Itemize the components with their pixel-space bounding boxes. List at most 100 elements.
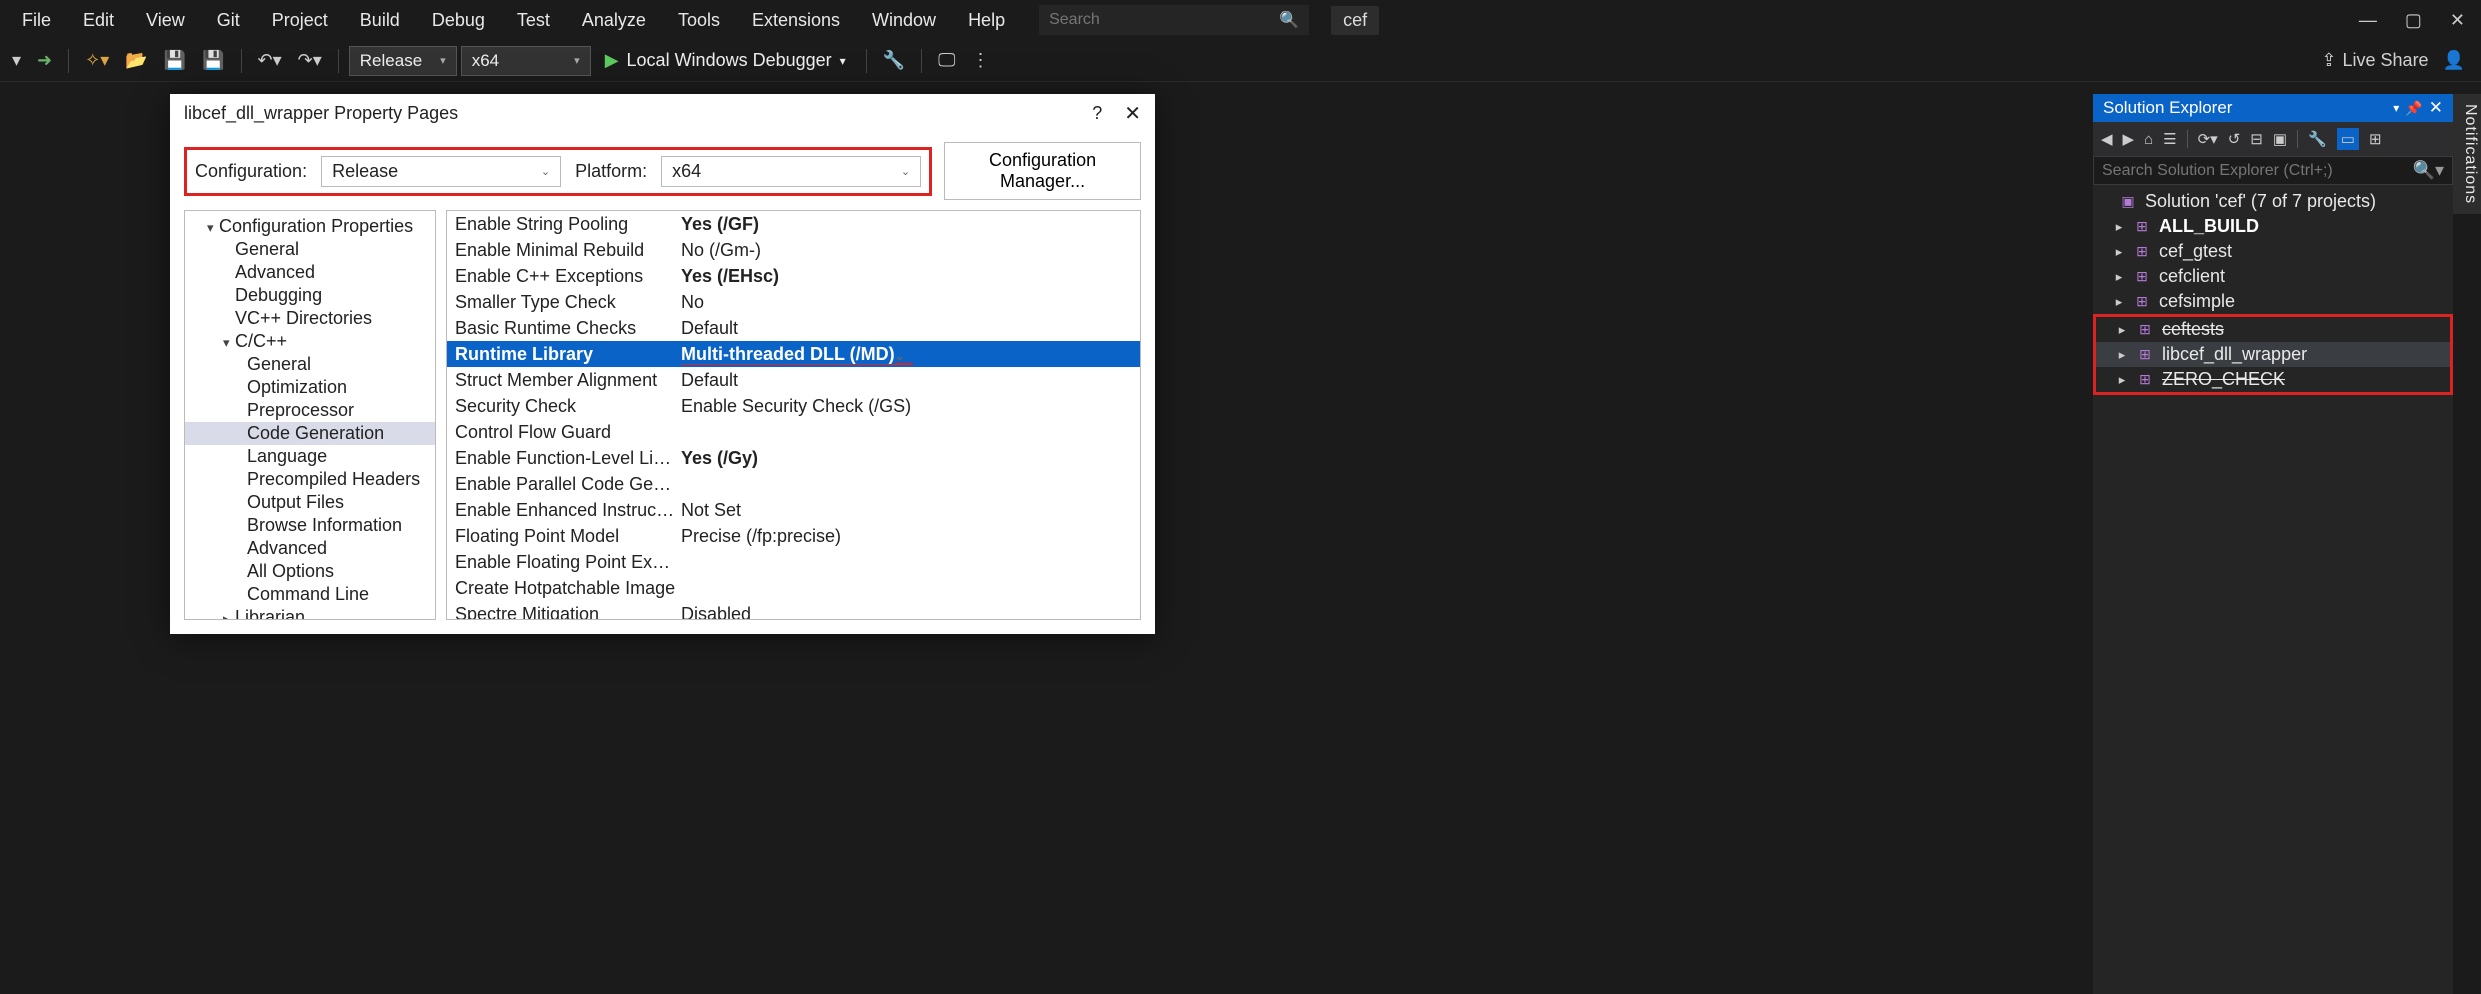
expand-icon[interactable]: ▸ [2113, 269, 2125, 285]
tree-item[interactable]: Debugging [185, 284, 435, 307]
home-icon[interactable]: ⌂ [2144, 131, 2153, 148]
property-row[interactable]: Control Flow Guard [447, 419, 1140, 445]
dialog-platform-combo[interactable]: x64 ⌄ [661, 156, 921, 187]
property-value[interactable]: Yes (/GF) [677, 214, 1140, 235]
property-row[interactable]: Spectre MitigationDisabled [447, 601, 1140, 620]
tree-item[interactable]: ▾C/C++ [185, 330, 435, 353]
undo-icon[interactable]: ↶▾ [252, 46, 288, 75]
solution-explorer-search-input[interactable] [2102, 162, 2413, 180]
property-row[interactable]: Enable Minimal RebuildNo (/Gm-) [447, 237, 1140, 263]
forward-icon[interactable]: ▶ [2123, 130, 2135, 148]
show-all-files-icon[interactable]: ▣ [2273, 130, 2287, 148]
project-node[interactable]: ▸⊞libcef_dll_wrapper [2096, 342, 2450, 367]
save-icon[interactable]: 💾 [158, 46, 192, 75]
new-item-icon[interactable]: ✧▾ [79, 46, 115, 75]
collapse-all-icon[interactable]: ⊟ [2250, 130, 2263, 148]
property-row[interactable]: Create Hotpatchable Image [447, 575, 1140, 601]
tree-item[interactable]: Optimization [185, 376, 435, 399]
property-value[interactable]: Not Set [677, 500, 1140, 521]
property-value[interactable]: Yes (/EHsc) [677, 266, 1140, 287]
tree-item[interactable]: Command Line [185, 583, 435, 606]
back-dropdown-icon[interactable]: ▾ [6, 46, 27, 75]
live-share-button[interactable]: ⇪ Live Share [2321, 50, 2428, 71]
property-value[interactable]: Default [677, 370, 1140, 391]
menu-window[interactable]: Window [856, 4, 952, 37]
properties-icon[interactable]: 🔧 [2308, 130, 2327, 148]
preview-icon[interactable]: ▭ [2337, 128, 2359, 150]
property-row[interactable]: Runtime LibraryMulti-threaded DLL (/MD)⌄ [447, 341, 1140, 367]
solution-explorer-search[interactable]: 🔍▾ [2093, 156, 2453, 185]
menu-build[interactable]: Build [344, 4, 416, 37]
dialog-close-button[interactable]: ✕ [1124, 101, 1141, 126]
property-row[interactable]: Enable Enhanced Instruction SetNot Set [447, 497, 1140, 523]
minimize-button[interactable]: — [2359, 10, 2377, 31]
property-value[interactable]: No (/Gm-) [677, 240, 1140, 261]
start-debugger-button[interactable]: ▶ Local Windows Debugger ▾ [595, 46, 856, 75]
browser-icon[interactable]: 🖵 [932, 46, 961, 75]
project-node[interactable]: ▸⊞cef_gtest [2093, 239, 2453, 264]
sync-icon[interactable]: ⟳▾ [2198, 130, 2218, 148]
tree-item[interactable]: Precompiled Headers [185, 468, 435, 491]
property-row[interactable]: Floating Point ModelPrecise (/fp:precise… [447, 523, 1140, 549]
property-value[interactable]: Precise (/fp:precise) [677, 526, 1140, 547]
panel-close-icon[interactable]: ✕ [2429, 98, 2443, 118]
tree-item[interactable]: General [185, 353, 435, 376]
project-node[interactable]: ▸⊞ceftests [2096, 317, 2450, 342]
project-node[interactable]: ▸⊞cefclient [2093, 264, 2453, 289]
property-row[interactable]: Enable Parallel Code Generation [447, 471, 1140, 497]
global-search-input[interactable] [1049, 11, 1279, 29]
tree-item[interactable]: Language [185, 445, 435, 468]
forward-icon[interactable]: ➜ [31, 46, 58, 75]
property-row[interactable]: Security CheckEnable Security Check (/GS… [447, 393, 1140, 419]
platform-combo[interactable]: x64 ▾ [461, 46, 591, 76]
expand-icon[interactable]: ▸ [2116, 372, 2128, 388]
tree-item[interactable]: Code Generation [185, 422, 435, 445]
solution-name-badge[interactable]: cef [1331, 6, 1379, 35]
dropdown-caret-icon[interactable]: ⌄ [895, 349, 913, 365]
property-value[interactable]: Default [677, 318, 1140, 339]
solution-tree[interactable]: ▣Solution 'cef' (7 of 7 projects)▸⊞ALL_B… [2093, 185, 2453, 994]
property-row[interactable]: Enable Floating Point Exception [447, 549, 1140, 575]
property-value[interactable]: Multi-threaded DLL (/MD)⌄ [677, 344, 1140, 365]
view-icon[interactable]: ⊞ [2369, 130, 2382, 148]
menu-git[interactable]: Git [201, 4, 256, 37]
property-tree[interactable]: ▾Configuration PropertiesGeneralAdvanced… [184, 210, 436, 620]
menu-analyze[interactable]: Analyze [566, 4, 662, 37]
tree-item[interactable]: Output Files [185, 491, 435, 514]
project-node[interactable]: ▸⊞cefsimple [2093, 289, 2453, 314]
menu-debug[interactable]: Debug [416, 4, 501, 37]
solution-node[interactable]: ▣Solution 'cef' (7 of 7 projects) [2093, 189, 2453, 214]
menu-view[interactable]: View [130, 4, 201, 37]
property-grid[interactable]: Enable String PoolingYes (/GF)Enable Min… [446, 210, 1141, 620]
maximize-button[interactable]: ▢ [2405, 10, 2422, 31]
refresh-icon[interactable]: ↺ [2228, 130, 2241, 148]
project-node[interactable]: ▸⊞ALL_BUILD [2093, 214, 2453, 239]
menu-help[interactable]: Help [952, 4, 1021, 37]
expand-icon[interactable]: ▸ [2116, 322, 2128, 338]
property-row[interactable]: Basic Runtime ChecksDefault [447, 315, 1140, 341]
menu-test[interactable]: Test [501, 4, 566, 37]
close-button[interactable]: ✕ [2450, 10, 2465, 31]
switch-view-icon[interactable]: ☰ [2163, 130, 2176, 148]
menu-file[interactable]: File [6, 4, 67, 37]
notifications-tab[interactable]: Notifications [2453, 94, 2481, 214]
back-icon[interactable]: ◀ [2101, 130, 2113, 148]
property-row[interactable]: Smaller Type CheckNo [447, 289, 1140, 315]
tree-item[interactable]: ▸Librarian [185, 606, 435, 620]
expand-icon[interactable]: ▸ [2113, 219, 2125, 235]
expand-icon[interactable]: ▸ [2113, 244, 2125, 260]
property-value[interactable]: Disabled [677, 604, 1140, 621]
configuration-manager-button[interactable]: Configuration Manager... [944, 142, 1141, 200]
menu-edit[interactable]: Edit [67, 4, 130, 37]
dropdown-icon[interactable]: ▾ [2393, 101, 2399, 115]
project-node[interactable]: ▸⊞ZERO_CHECK [2096, 367, 2450, 392]
tree-item[interactable]: Browse Information [185, 514, 435, 537]
menu-extensions[interactable]: Extensions [736, 4, 856, 37]
property-row[interactable]: Enable C++ ExceptionsYes (/EHsc) [447, 263, 1140, 289]
solution-explorer-titlebar[interactable]: Solution Explorer ▾ 📌 ✕ [2093, 94, 2453, 122]
open-folder-icon[interactable]: 📂 [119, 46, 153, 75]
menu-tools[interactable]: Tools [662, 4, 736, 37]
toolbox-icon[interactable]: 🔧 [877, 46, 911, 75]
pin-icon[interactable]: 📌 [2405, 100, 2422, 117]
tree-item[interactable]: All Options [185, 560, 435, 583]
